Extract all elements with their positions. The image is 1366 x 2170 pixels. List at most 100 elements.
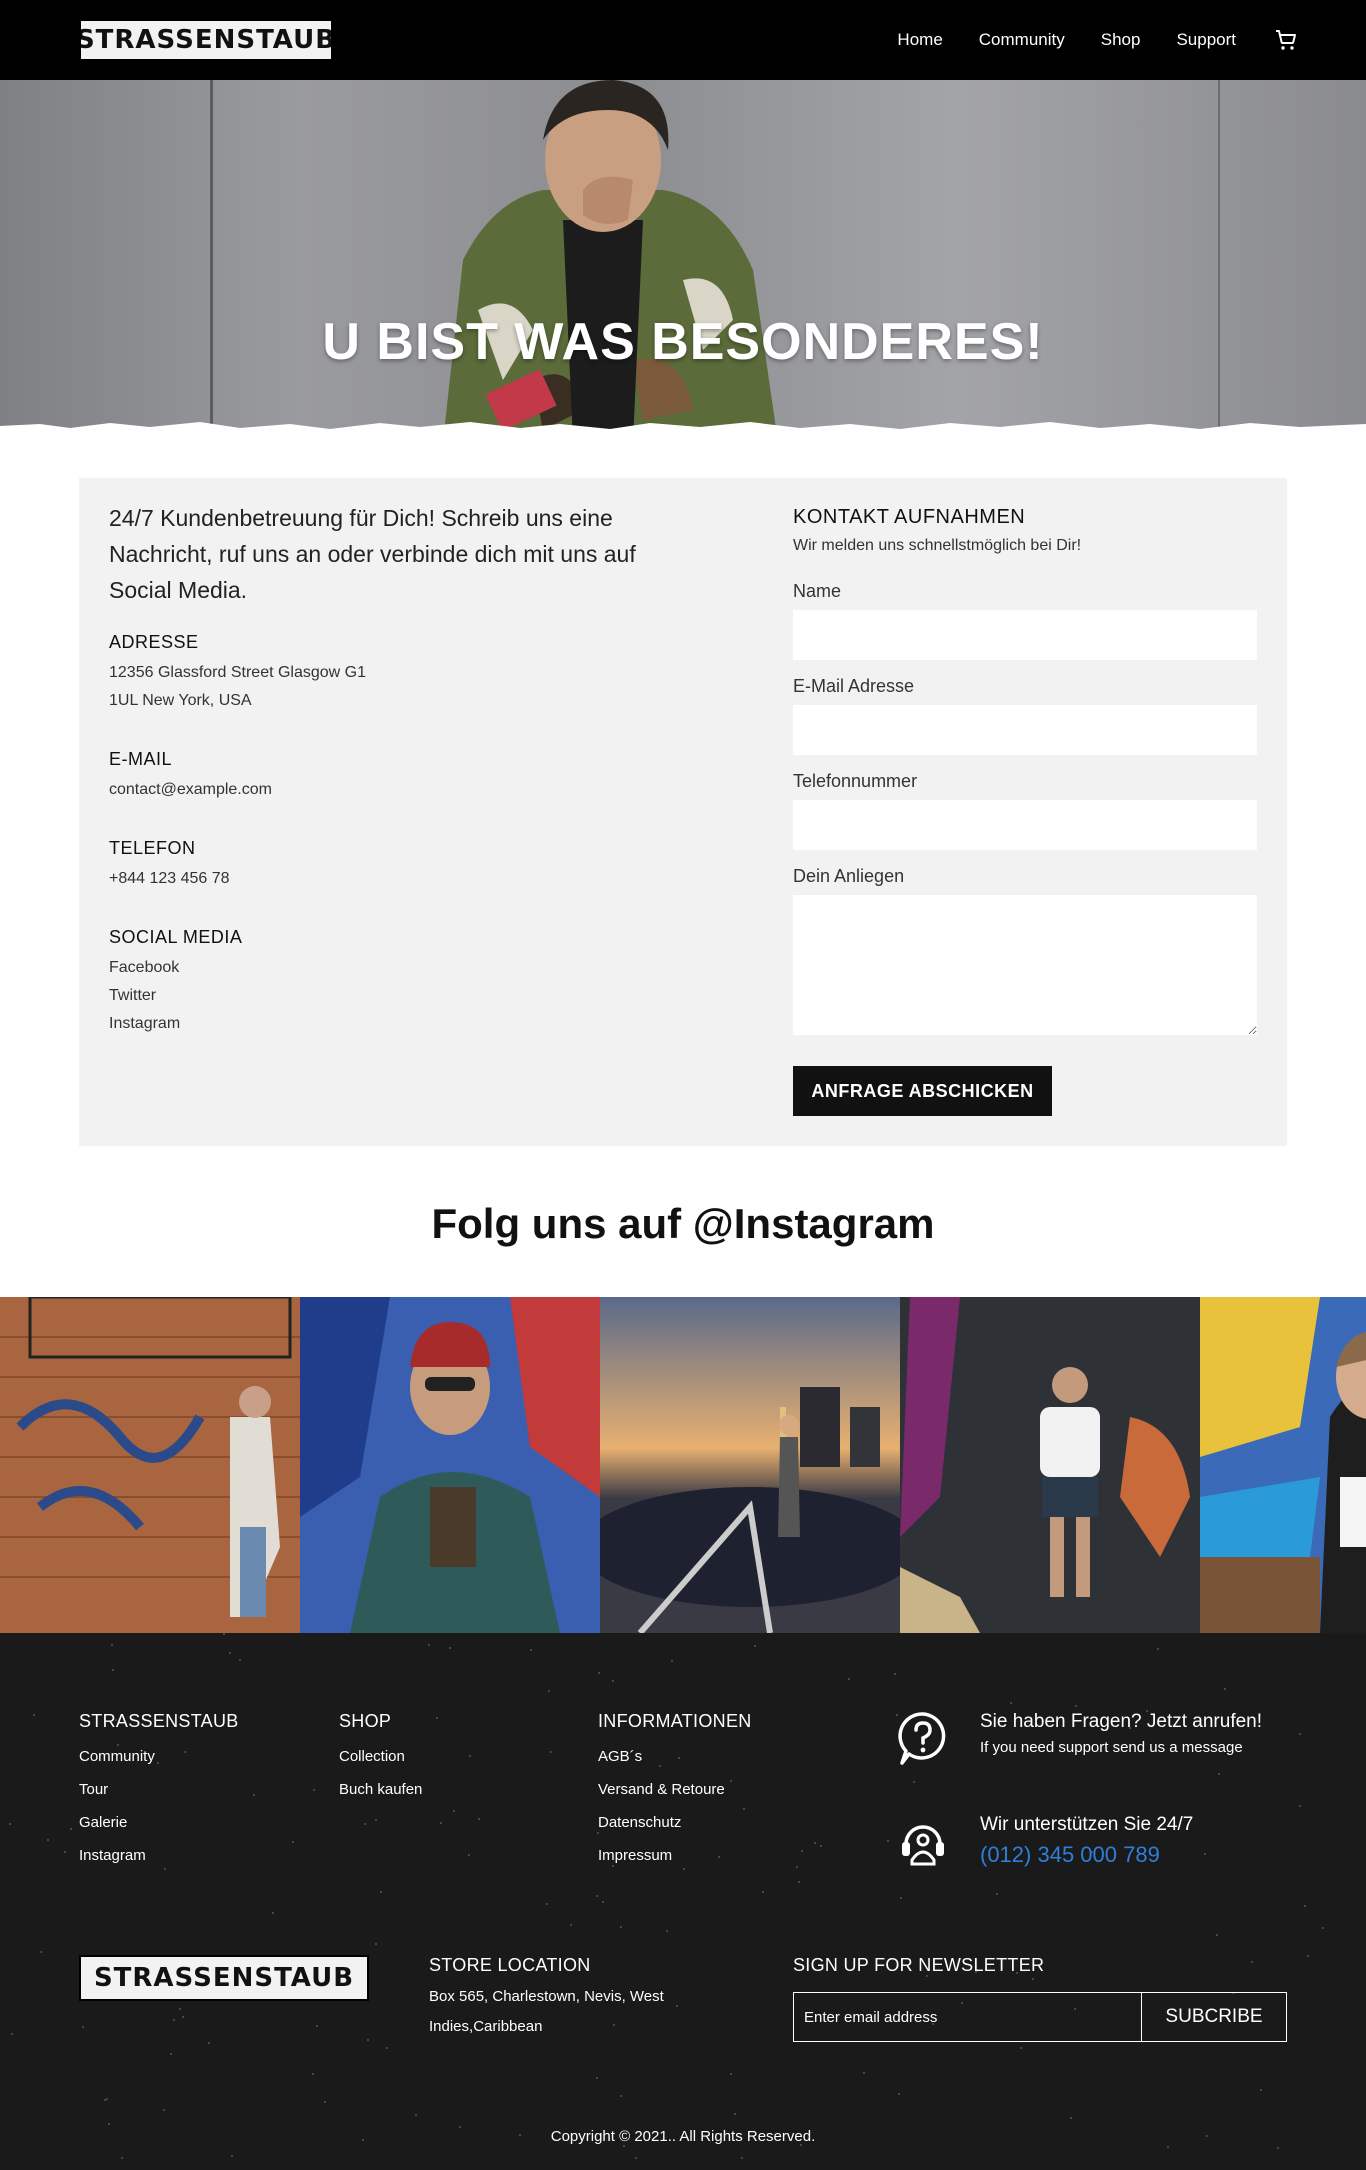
footer-link-agb[interactable]: AGB´s: [598, 1748, 752, 1765]
texture-speck: [635, 2157, 637, 2159]
footer-link-community[interactable]: Community: [79, 1748, 239, 1765]
texture-speck: [762, 1891, 764, 1893]
cart-icon[interactable]: [1274, 28, 1298, 52]
texture-speck: [33, 1714, 35, 1716]
texture-speck: [106, 2098, 108, 2100]
texture-speck: [468, 1854, 470, 1856]
hero-person-image: [443, 80, 778, 442]
newsletter-email-input[interactable]: [794, 1993, 1142, 2041]
footer-logo[interactable]: STRASSENSTAUB: [79, 1955, 369, 2001]
social-link-twitter[interactable]: Twitter: [109, 982, 242, 1010]
name-field[interactable]: [793, 610, 1257, 660]
newsletter-signup: SIGN UP FOR NEWSLETTER SUBCRIBE: [793, 1955, 1287, 2042]
texture-speck: [40, 1951, 42, 1953]
footer-link-collection[interactable]: Collection: [339, 1748, 422, 1765]
social-heading: SOCIAL MEDIA: [109, 927, 243, 947]
hero-title: U BIST WAS BESONDERES!: [322, 313, 1044, 371]
texture-speck: [596, 1895, 598, 1897]
texture-speck: [796, 1866, 798, 1868]
nav-support[interactable]: Support: [1176, 30, 1236, 50]
texture-speck: [70, 1828, 72, 1830]
instagram-photo[interactable]: [600, 1297, 900, 1633]
nav-shop[interactable]: Shop: [1101, 30, 1141, 50]
support-text: Wir unterstützen Sie 24/7 (012) 345 000 …: [980, 1814, 1320, 1868]
texture-speck: [316, 2025, 318, 2027]
texture-speck: [223, 1633, 225, 1635]
store-heading: STORE LOCATION: [429, 1955, 591, 1975]
address-block: ADRESSE 12356 Glassford Street Glasgow G…: [109, 632, 366, 715]
contact-section: 24/7 Kundenbetreuung für Dich! Schreib u…: [79, 478, 1287, 1146]
texture-speck: [598, 1672, 600, 1674]
footer-link-galerie[interactable]: Galerie: [79, 1814, 239, 1831]
texture-speck: [620, 2095, 622, 2097]
instagram-title: Folg uns auf @Instagram: [431, 1200, 935, 1247]
phone-label: Telefonnummer: [793, 771, 918, 791]
texture-speck: [848, 1678, 850, 1680]
texture-speck: [1299, 1805, 1301, 1807]
texture-speck: [887, 1840, 889, 1842]
footer-link-impressum[interactable]: Impressum: [598, 1847, 752, 1864]
texture-speck: [182, 2016, 184, 2018]
phone-field[interactable]: [793, 800, 1257, 850]
texture-speck: [380, 1891, 382, 1893]
social-block: SOCIAL MEDIA Facebook Twitter Instagram: [109, 927, 242, 1038]
footer-col-strassenstaub: STRASSENSTAUB Community Tour Galerie Ins…: [79, 1711, 239, 1864]
texture-speck: [730, 2073, 732, 2075]
texture-speck: [313, 1789, 315, 1791]
texture-speck: [367, 2039, 369, 2041]
texture-speck: [469, 1755, 471, 1757]
texture-speck: [546, 1903, 548, 1905]
footer-heading: SHOP: [339, 1711, 392, 1731]
footer-link-instagram[interactable]: Instagram: [79, 1847, 239, 1864]
instagram-photo[interactable]: [900, 1297, 1200, 1633]
logo[interactable]: STRASSENSTAUB: [79, 19, 333, 61]
social-link-facebook[interactable]: Facebook: [109, 954, 242, 982]
texture-speck: [863, 2072, 865, 2074]
footer-heading: INFORMATIONEN: [598, 1711, 752, 1731]
texture-speck: [666, 1930, 668, 1932]
footer-link-versand[interactable]: Versand & Retoure: [598, 1781, 752, 1798]
hero-banner: U BIST WAS BESONDERES!: [0, 80, 1366, 442]
message-field[interactable]: [793, 895, 1257, 1035]
texture-speck: [163, 2109, 165, 2111]
nav-home[interactable]: Home: [897, 30, 942, 50]
address-line: 1UL New York, USA: [109, 692, 252, 709]
phone-value[interactable]: +844 123 456 78: [109, 865, 230, 893]
instagram-photo[interactable]: [300, 1297, 600, 1633]
texture-speck: [602, 1901, 604, 1903]
social-link-instagram[interactable]: Instagram: [109, 1010, 242, 1038]
support-title: Wir unterstützen Sie 24/7: [980, 1814, 1194, 1835]
support-phone-link[interactable]: (012) 345 000 789: [980, 1842, 1320, 1868]
texture-speck: [108, 2123, 110, 2125]
submit-button[interactable]: ANFRAGE ABSCHICKEN: [793, 1066, 1052, 1116]
texture-speck: [453, 1810, 455, 1812]
texture-speck: [239, 1659, 241, 1661]
texture-speck: [900, 1897, 902, 1899]
email-field[interactable]: [793, 705, 1257, 755]
texture-speck: [478, 1818, 480, 1820]
nav-community[interactable]: Community: [979, 30, 1065, 50]
texture-speck: [9, 1823, 11, 1825]
texture-speck: [292, 1841, 294, 1843]
footer-link-tour[interactable]: Tour: [79, 1781, 239, 1798]
address-heading: ADRESSE: [109, 632, 199, 652]
footer-link-buch-kaufen[interactable]: Buch kaufen: [339, 1781, 422, 1798]
instagram-photo[interactable]: [0, 1297, 300, 1633]
texture-speck: [814, 1842, 816, 1844]
footer-logo-text: STRASSENSTAUB: [93, 1963, 355, 1993]
newsletter-form: SUBCRIBE: [793, 1992, 1287, 2042]
texture-speck: [208, 2042, 210, 2044]
instagram-photo[interactable]: [1200, 1297, 1366, 1633]
texture-speck: [428, 1644, 430, 1646]
footer-col-shop: SHOP Collection Buch kaufen: [339, 1711, 422, 1798]
footer-link-datenschutz[interactable]: Datenschutz: [598, 1814, 752, 1831]
texture-speck: [1218, 1773, 1220, 1775]
texture-speck: [440, 1822, 442, 1824]
subscribe-button[interactable]: SUBCRIBE: [1142, 1993, 1286, 2041]
texture-speck: [754, 1645, 756, 1647]
texture-speck: [1277, 2147, 1279, 2149]
texture-speck: [1010, 1702, 1012, 1704]
site-footer: STRASSENSTAUB Community Tour Galerie Ins…: [0, 1633, 1366, 2170]
email-value[interactable]: contact@example.com: [109, 776, 272, 804]
texture-speck: [324, 2101, 326, 2103]
